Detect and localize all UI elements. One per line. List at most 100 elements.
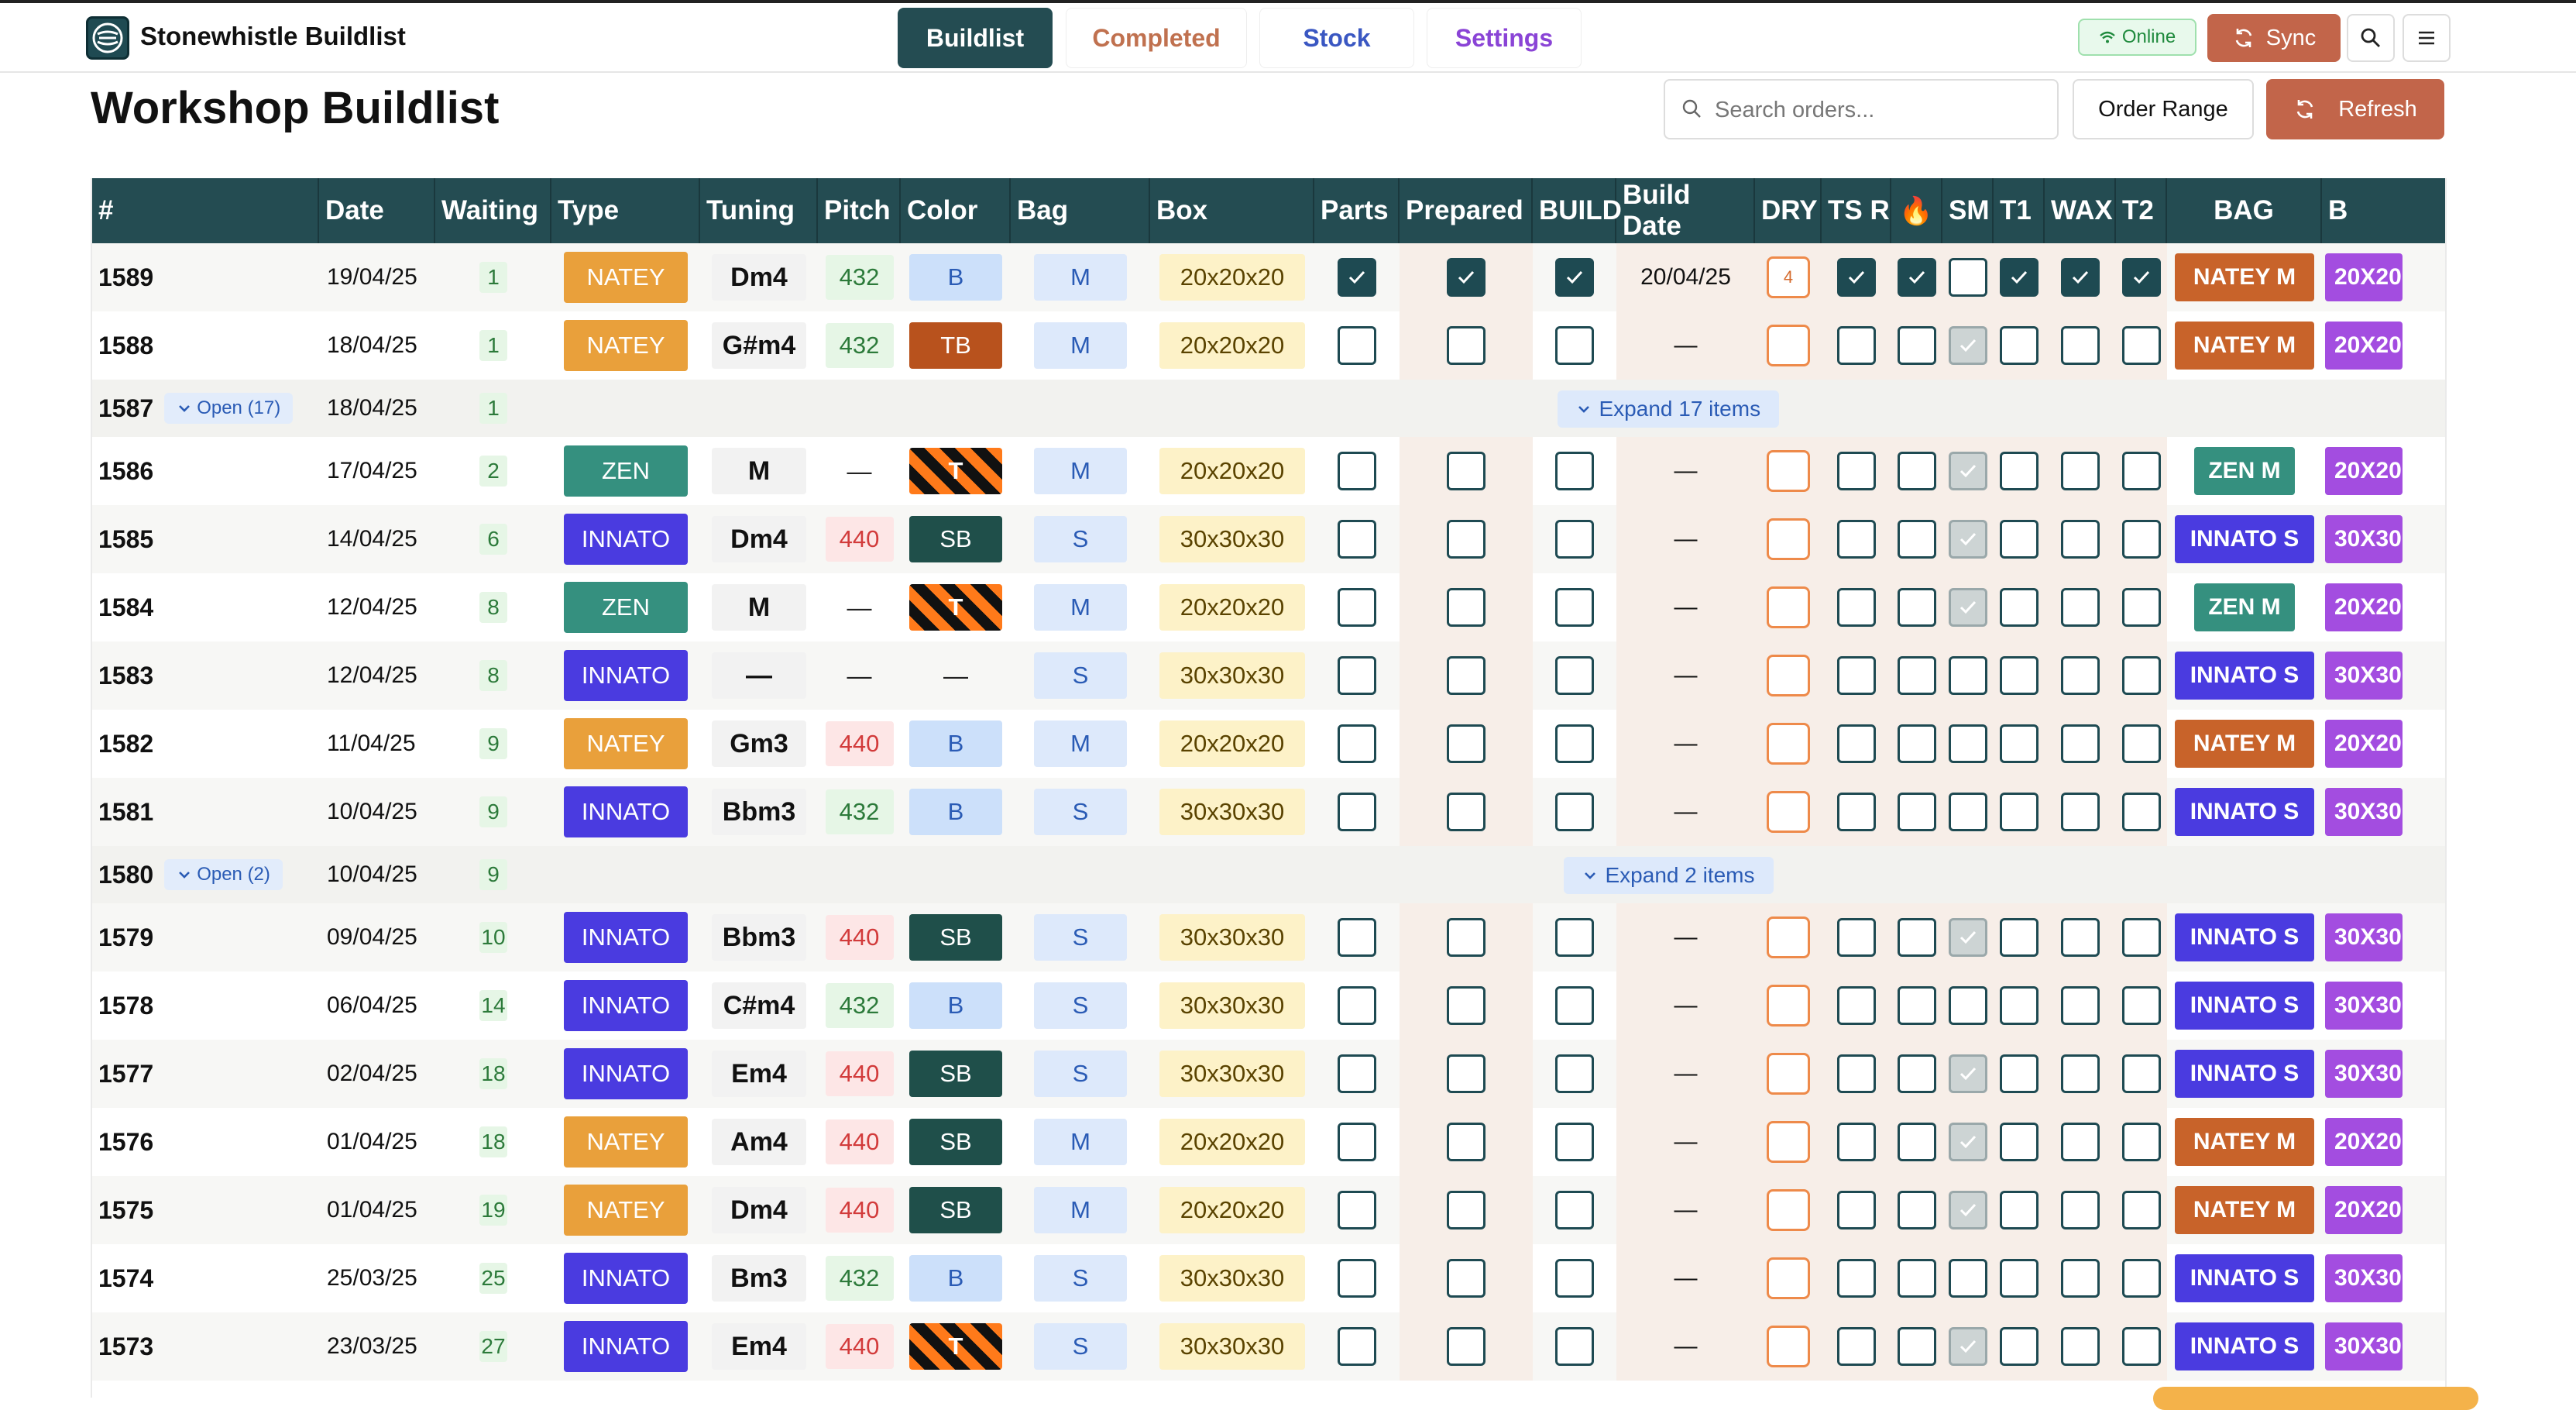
table-row[interactable]: 1574 25/03/25 25 INNATO Bm3 432 B S 30x30x30 — INN… bbox=[92, 1244, 2445, 1312]
sm-checkbox[interactable] bbox=[1949, 452, 1987, 490]
open-group-badge[interactable]: Open (17) bbox=[164, 393, 294, 424]
sm-checkbox[interactable] bbox=[1949, 1054, 1987, 1093]
wax-checkbox[interactable] bbox=[2061, 793, 2100, 831]
t1-checkbox[interactable] bbox=[2000, 258, 2038, 297]
column-header-t2[interactable]: T2 bbox=[2116, 178, 2167, 243]
dry-days-box[interactable] bbox=[1767, 450, 1810, 492]
sm-checkbox[interactable] bbox=[1949, 258, 1987, 297]
parts-checkbox[interactable] bbox=[1338, 724, 1376, 763]
wax-checkbox[interactable] bbox=[2061, 1054, 2100, 1093]
parts-checkbox[interactable] bbox=[1338, 986, 1376, 1025]
column-header-type[interactable]: Type bbox=[551, 178, 700, 243]
table-row[interactable]: 1581 10/04/25 9 INNATO Bbm3 432 B S 30x30x30 — INN… bbox=[92, 778, 2445, 846]
t1-checkbox[interactable] bbox=[2000, 986, 2038, 1025]
wax-checkbox[interactable] bbox=[2061, 326, 2100, 365]
t1-checkbox[interactable] bbox=[2000, 724, 2038, 763]
dry-days-box[interactable] bbox=[1767, 586, 1810, 628]
wax-checkbox[interactable] bbox=[2061, 1327, 2100, 1366]
fire-checkbox[interactable] bbox=[1898, 793, 1936, 831]
tab-completed[interactable]: Completed bbox=[1066, 8, 1247, 68]
tsr-checkbox[interactable] bbox=[1837, 520, 1876, 559]
t1-checkbox[interactable] bbox=[2000, 326, 2038, 365]
sm-checkbox[interactable] bbox=[1949, 326, 1987, 365]
sm-checkbox[interactable] bbox=[1949, 793, 1987, 831]
fire-checkbox[interactable] bbox=[1898, 986, 1936, 1025]
column-header-build-date[interactable]: Build Date bbox=[1616, 178, 1755, 243]
t2-checkbox[interactable] bbox=[2122, 793, 2161, 831]
build-checkbox[interactable] bbox=[1555, 452, 1594, 490]
column-header-dry[interactable]: DRY bbox=[1755, 178, 1822, 243]
prep-checkbox[interactable] bbox=[1447, 1259, 1485, 1298]
parts-checkbox[interactable] bbox=[1338, 793, 1376, 831]
t1-checkbox[interactable] bbox=[2000, 1191, 2038, 1229]
tsr-checkbox[interactable] bbox=[1837, 918, 1876, 957]
build-checkbox[interactable] bbox=[1555, 1054, 1594, 1093]
floating-action-edge[interactable] bbox=[2153, 1387, 2478, 1410]
wax-checkbox[interactable] bbox=[2061, 452, 2100, 490]
tsr-checkbox[interactable] bbox=[1837, 1123, 1876, 1161]
order-search[interactable] bbox=[1664, 79, 2059, 139]
column-header-parts[interactable]: Parts bbox=[1314, 178, 1400, 243]
table-row[interactable]: 1573 23/03/25 27 INNATO Em4 440 T S 30x30x30 — INN… bbox=[92, 1312, 2445, 1381]
refresh-button[interactable]: Refresh bbox=[2266, 79, 2444, 139]
t2-checkbox[interactable] bbox=[2122, 918, 2161, 957]
fire-checkbox[interactable] bbox=[1898, 588, 1936, 627]
column-header-build[interactable]: BUILD bbox=[1533, 178, 1622, 243]
sm-checkbox[interactable] bbox=[1949, 724, 1987, 763]
t2-checkbox[interactable] bbox=[2122, 986, 2161, 1025]
t1-checkbox[interactable] bbox=[2000, 1327, 2038, 1366]
expand-group-button[interactable]: Expand 17 items bbox=[1557, 390, 1780, 428]
tab-settings[interactable]: Settings bbox=[1427, 8, 1582, 68]
expand-group-button[interactable]: Expand 2 items bbox=[1563, 857, 1774, 894]
wax-checkbox[interactable] bbox=[2061, 724, 2100, 763]
table-row[interactable]: 1584 12/04/25 8 ZEN M — T M 20x20x20— ZEN M 20X20 bbox=[92, 573, 2445, 641]
parts-checkbox[interactable] bbox=[1338, 656, 1376, 695]
dry-days-box[interactable] bbox=[1767, 1189, 1810, 1231]
sm-checkbox[interactable] bbox=[1949, 1123, 1987, 1161]
wax-checkbox[interactable] bbox=[2061, 656, 2100, 695]
table-row[interactable]: 1575 01/04/25 19 NATEY Dm4 440 SB M 20x20x20 — NAT… bbox=[92, 1176, 2445, 1244]
wax-checkbox[interactable] bbox=[2061, 1259, 2100, 1298]
sm-checkbox[interactable] bbox=[1949, 588, 1987, 627]
tsr-checkbox[interactable] bbox=[1837, 986, 1876, 1025]
t1-checkbox[interactable] bbox=[2000, 588, 2038, 627]
table-row[interactable]: 1576 01/04/25 18 NATEY Am4 440 SB M 20x20x20 — NAT… bbox=[92, 1108, 2445, 1176]
prep-checkbox[interactable] bbox=[1447, 520, 1485, 559]
t2-checkbox[interactable] bbox=[2122, 724, 2161, 763]
build-checkbox[interactable] bbox=[1555, 1327, 1594, 1366]
parts-checkbox[interactable] bbox=[1338, 452, 1376, 490]
t2-checkbox[interactable] bbox=[2122, 1259, 2161, 1298]
wax-checkbox[interactable] bbox=[2061, 986, 2100, 1025]
fire-checkbox[interactable] bbox=[1898, 918, 1936, 957]
wax-checkbox[interactable] bbox=[2061, 1191, 2100, 1229]
fire-checkbox[interactable] bbox=[1898, 1327, 1936, 1366]
prep-checkbox[interactable] bbox=[1447, 918, 1485, 957]
sm-checkbox[interactable] bbox=[1949, 986, 1987, 1025]
column-header-date[interactable]: Date bbox=[319, 178, 435, 243]
t2-checkbox[interactable] bbox=[2122, 452, 2161, 490]
table-row[interactable]: 1577 02/04/25 18 INNATO Em4 440 SB S 30x30x30 — IN… bbox=[92, 1040, 2445, 1108]
tsr-checkbox[interactable] bbox=[1837, 588, 1876, 627]
parts-checkbox[interactable] bbox=[1338, 918, 1376, 957]
dry-days-box[interactable] bbox=[1767, 1257, 1810, 1299]
column-header-t1[interactable]: T1 bbox=[1994, 178, 2045, 243]
dry-days-box[interactable] bbox=[1767, 518, 1810, 560]
sync-button[interactable]: Sync bbox=[2207, 14, 2341, 62]
table-row[interactable]: 1578 06/04/25 14 INNATO C#m4 432 B S 30x30x30 — IN… bbox=[92, 972, 2445, 1040]
fire-checkbox[interactable] bbox=[1898, 1191, 1936, 1229]
wax-checkbox[interactable] bbox=[2061, 588, 2100, 627]
fire-checkbox[interactable] bbox=[1898, 452, 1936, 490]
tsr-checkbox[interactable] bbox=[1837, 1327, 1876, 1366]
fire-checkbox[interactable] bbox=[1898, 326, 1936, 365]
t1-checkbox[interactable] bbox=[2000, 656, 2038, 695]
table-row[interactable]: 1582 11/04/25 9 NATEY Gm3 440 B M 20x20x20 — NATEY… bbox=[92, 710, 2445, 778]
fire-checkbox[interactable] bbox=[1898, 520, 1936, 559]
prep-checkbox[interactable] bbox=[1447, 452, 1485, 490]
column-header-num[interactable]: # bbox=[92, 178, 319, 243]
prep-checkbox[interactable] bbox=[1447, 793, 1485, 831]
parts-checkbox[interactable] bbox=[1338, 1327, 1376, 1366]
build-checkbox[interactable] bbox=[1555, 520, 1594, 559]
t2-checkbox[interactable] bbox=[2122, 588, 2161, 627]
t1-checkbox[interactable] bbox=[2000, 793, 2038, 831]
t2-checkbox[interactable] bbox=[2122, 1191, 2161, 1229]
